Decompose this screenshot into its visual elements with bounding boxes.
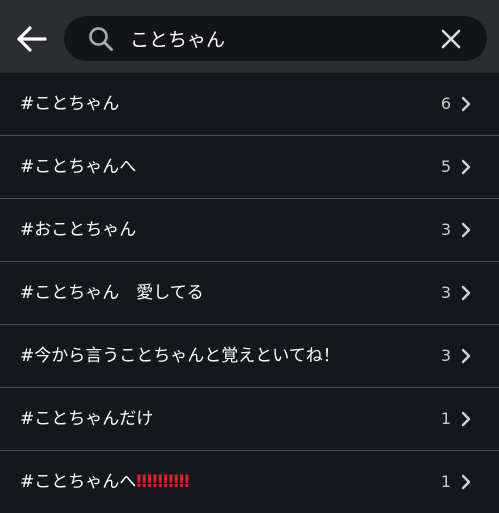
- search-icon: [89, 27, 113, 51]
- back-button[interactable]: [12, 20, 52, 58]
- chevron-right-icon: [461, 348, 471, 364]
- hashtag-row[interactable]: #ことちゃん 愛してる 3: [0, 262, 499, 325]
- double-exclamation-emoji: ‼‼‼‼‼: [136, 472, 190, 492]
- post-count: 5: [440, 157, 451, 176]
- chevron-right-icon: [461, 222, 471, 238]
- chevron-right-icon: [461, 159, 471, 175]
- post-count: 3: [440, 220, 451, 239]
- close-icon[interactable]: [438, 26, 464, 52]
- top-bar: [0, 0, 499, 73]
- hashtag-text: #ことちゃんへ: [20, 472, 137, 492]
- hashtag-row[interactable]: #おことちゃん 3: [0, 199, 499, 262]
- post-count: 1: [440, 472, 451, 491]
- chevron-right-icon: [461, 411, 471, 427]
- post-count: 3: [440, 346, 451, 365]
- hashtag-row[interactable]: #今から言うことちゃんと覚えといてね！ 3: [0, 325, 499, 388]
- hashtag-label: #ことちゃん: [20, 94, 120, 114]
- chevron-right-icon: [461, 96, 471, 112]
- hashtag-label: #ことちゃん 愛してる: [20, 283, 204, 303]
- hashtag-row[interactable]: #ことちゃんへ‼‼‼‼‼ 1: [0, 451, 499, 513]
- hashtag-row[interactable]: #ことちゃんだけ 1: [0, 388, 499, 451]
- search-input[interactable]: [130, 22, 430, 54]
- hashtag-label: #ことちゃんへ: [20, 157, 137, 177]
- chevron-right-icon: [461, 474, 471, 490]
- hashtag-result-list: #ことちゃん 6 #ことちゃんへ 5 #おことちゃん 3 #ことちゃん 愛してる…: [0, 73, 499, 513]
- hashtag-label: #ことちゃんだけ: [20, 409, 154, 429]
- arrow-left-icon: [17, 26, 47, 52]
- post-count: 6: [440, 94, 451, 113]
- hashtag-label: #ことちゃんへ‼‼‼‼‼: [20, 470, 190, 494]
- post-count: 1: [440, 409, 451, 428]
- chevron-right-icon: [461, 285, 471, 301]
- hashtag-label: #おことちゃん: [20, 220, 137, 240]
- hashtag-row[interactable]: #ことちゃんへ 5: [0, 136, 499, 199]
- post-count: 3: [440, 283, 451, 302]
- hashtag-row[interactable]: #ことちゃん 6: [0, 73, 499, 136]
- search-box[interactable]: [64, 16, 487, 61]
- hashtag-label: #今から言うことちゃんと覚えといてね！: [20, 346, 340, 366]
